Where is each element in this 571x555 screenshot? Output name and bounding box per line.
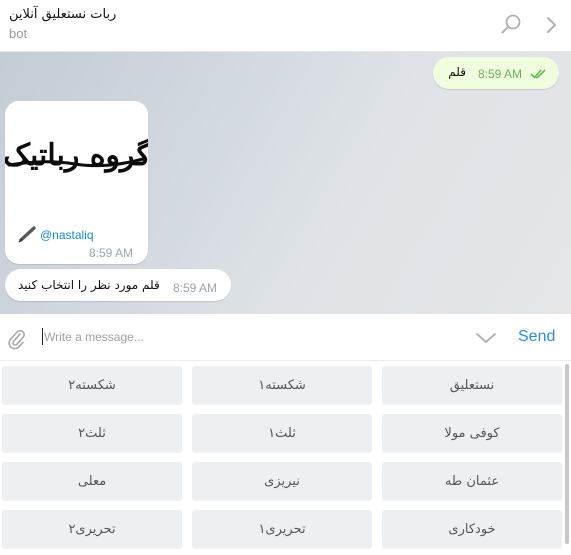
chat-header: ربات نستعلیق آنلاین bot xyxy=(0,0,571,52)
pen-icon xyxy=(18,226,36,243)
keyboard-scrollbar[interactable] xyxy=(565,364,569,544)
incoming-message[interactable]: قلم مورد نظر را انتخاب کنید 8:59 AM xyxy=(5,269,231,301)
keyboard-button[interactable]: نستعلیق xyxy=(382,366,562,404)
message-time: 8:59 AM xyxy=(173,281,218,295)
paperclip-icon[interactable] xyxy=(6,326,26,350)
calligraphy-text: گروه رباتیک xyxy=(5,137,148,173)
message-text: قلم مورد نظر را انتخاب کنید xyxy=(18,278,160,292)
keyboard-button[interactable]: معلی xyxy=(2,462,182,500)
send-button[interactable]: Send xyxy=(518,328,555,346)
outgoing-message[interactable]: قلم 8:59 AM xyxy=(433,57,559,89)
chat-title: ربات نستعلیق آنلاین xyxy=(9,7,117,22)
reply-keyboard: نستعلیق شکسته۱ شکسته۲ کوفی مولا ثلث۱ ثلث… xyxy=(0,362,571,555)
chat-subtitle: bot xyxy=(9,26,28,41)
keyboard-button[interactable]: کوفی مولا xyxy=(382,414,562,452)
message-input[interactable] xyxy=(44,326,454,348)
telegram-chat-window: ربات نستعلیق آنلاین bot قلم 8:59 AM گروه… xyxy=(0,0,571,555)
keyboard-button[interactable]: عثمان طه xyxy=(382,462,562,500)
keyboard-button[interactable]: ثلث۱ xyxy=(192,414,372,452)
keyboard-button[interactable]: شکسته۱ xyxy=(192,366,372,404)
message-text: قلم xyxy=(448,65,466,79)
keyboard-button[interactable]: ثلث۲ xyxy=(2,414,182,452)
keyboard-button[interactable]: خودکاری xyxy=(382,510,562,548)
keyboard-button[interactable]: تحریری۱ xyxy=(192,510,372,548)
double-check-icon xyxy=(530,69,546,79)
keyboard-button[interactable]: شکسته۲ xyxy=(2,366,182,404)
keyboard-button[interactable]: تحریری۲ xyxy=(2,510,182,548)
channel-link[interactable]: @nastaliq xyxy=(40,228,94,242)
search-icon[interactable] xyxy=(499,12,523,36)
keyboard-button[interactable]: نیریزی xyxy=(192,462,372,500)
message-time: 8:59 AM xyxy=(478,67,523,81)
chevron-right-icon[interactable] xyxy=(541,13,561,37)
text-caret xyxy=(42,328,43,345)
chat-history[interactable]: قلم 8:59 AM گروه رباتیک @nastaliq 8:59 A… xyxy=(0,52,571,314)
sticker-message[interactable]: گروه رباتیک @nastaliq 8:59 AM xyxy=(5,101,148,264)
message-time: 8:59 AM xyxy=(89,246,134,260)
calligraphy-image[interactable]: گروه رباتیک xyxy=(5,101,148,211)
message-composer: Send xyxy=(0,314,571,361)
chevron-down-icon[interactable] xyxy=(475,330,497,346)
